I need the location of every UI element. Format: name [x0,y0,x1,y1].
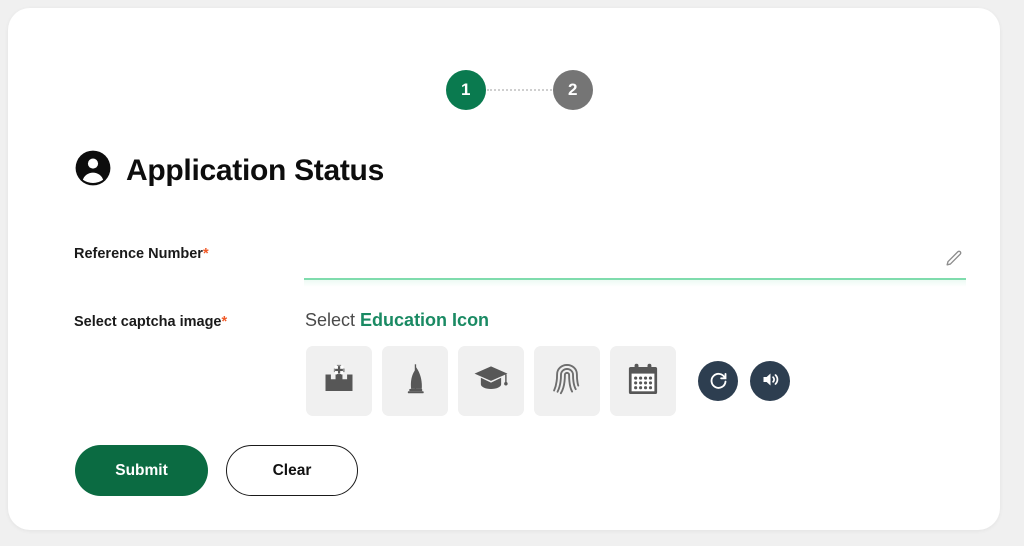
captcha-prompt-prefix: Select [305,310,356,330]
captcha-tile-graduation-cap[interactable] [458,346,524,416]
hospital-icon [321,361,357,402]
step-1-label: 1 [461,80,471,99]
page-title-text: Application Status [126,153,384,187]
clear-button[interactable]: Clear [226,445,358,496]
step-2-label: 2 [568,80,578,99]
captcha-tile-fingerprint[interactable] [534,346,600,416]
page-title: Application Status [74,149,384,192]
person-circle-icon [74,149,112,192]
captcha-refresh-button[interactable] [698,361,738,401]
pencil-icon[interactable] [940,245,966,271]
step-1[interactable]: 1 [446,70,486,110]
captcha-tile-hospital[interactable] [306,346,372,416]
reference-number-field[interactable] [304,238,966,287]
stepper: 1 2 [446,70,593,110]
page-background: 1 2 Application Status Reference Number* [0,0,1024,546]
step-2[interactable]: 2 [553,70,593,110]
calendar-icon [625,361,661,402]
speaker-icon [760,369,781,393]
captcha-tile-calendar[interactable] [610,346,676,416]
refresh-icon [708,369,729,393]
captcha-tile-burj-al-arab[interactable] [382,346,448,416]
form-actions: Submit Clear [75,445,358,496]
stepper-connector [487,89,552,91]
reference-number-label: Reference Number* [74,246,209,262]
submit-button[interactable]: Submit [75,445,208,496]
reference-number-input[interactable] [304,249,940,267]
required-marker: * [202,246,209,262]
burj-al-arab-icon [397,361,433,402]
captcha-label: Select captcha image* [74,314,228,330]
captcha-prompt: Select Education Icon [305,310,489,331]
application-status-card: 1 2 Application Status Reference Number* [8,8,1000,530]
required-marker: * [221,314,228,330]
graduation-cap-icon [472,360,510,403]
captcha-audio-button[interactable] [750,361,790,401]
fingerprint-icon [549,361,585,402]
captcha-tiles [306,346,790,416]
captcha-prompt-target: Education Icon [360,310,490,330]
